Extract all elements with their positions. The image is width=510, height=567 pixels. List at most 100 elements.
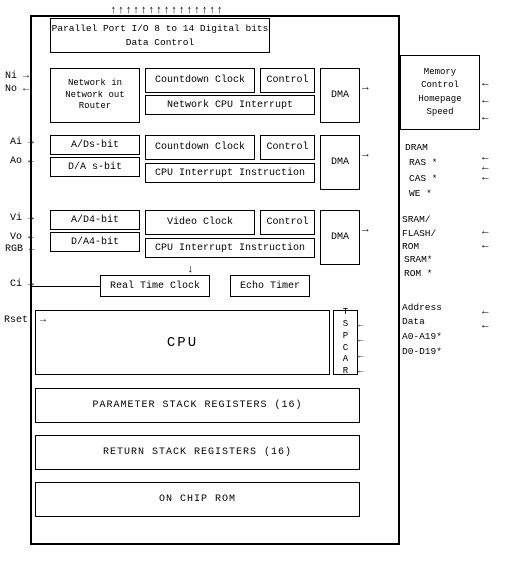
address-data-section: AddressData A0-A19* D0-D19* <box>400 300 480 360</box>
video-clock-label: Video Clock <box>167 217 233 228</box>
vi-arrow: → <box>28 213 34 224</box>
parallel-port-line1: Parallel Port I/O 8 to 14 Digital bits <box>52 22 269 35</box>
countdown-clock-2-label: Countdown Clock <box>155 142 245 153</box>
control-2-label: Control <box>266 142 308 153</box>
ni-text: Ni <box>5 71 17 82</box>
addr-right-arrow2: ← <box>482 320 489 332</box>
countdown-clock-1-box: Countdown Clock <box>145 68 255 93</box>
da4-label: D/A4-bit <box>71 237 119 248</box>
rset-arrow: → <box>40 315 46 326</box>
dma2-right-arrow: → <box>362 149 369 161</box>
control-3-label: Control <box>266 217 308 228</box>
network-interrupt-label: Network CPU Interrupt <box>167 100 293 111</box>
da4-box: D/A4-bit <box>50 232 140 252</box>
da8-box: D/A s-bit <box>50 157 140 177</box>
dma-3-label: DMA <box>331 232 349 243</box>
memory-control-box: MemoryControlHomepageSpeed <box>400 55 480 130</box>
tscar-p: P <box>343 331 348 343</box>
dma3-right-arrow: → <box>362 224 369 236</box>
da8-label: D/A s-bit <box>68 162 122 173</box>
dram-right-arrow3: ← <box>482 172 489 184</box>
interrupt-down-arrow: ↓ <box>187 264 194 276</box>
ao-arrow: ← <box>28 156 34 167</box>
ci-arrow: → <box>28 279 34 290</box>
ad8-label: A/Ds-bit <box>71 140 119 151</box>
label-vi: Vi → <box>10 213 34 224</box>
ao-text: Ao <box>10 156 22 167</box>
dram-we: WE * <box>405 186 432 201</box>
memory-right-arrow2: ← <box>482 95 489 107</box>
network-interrupt-box: Network CPU Interrupt <box>145 95 315 115</box>
tscar-t: T <box>343 307 348 319</box>
cpu-interrupt-2-label: CPU Interrupt Instruction <box>155 243 305 254</box>
tscar-a: A <box>343 354 348 366</box>
rom-box: ON CHIP ROM <box>35 482 360 517</box>
cpu-interrupt-2-box: CPU Interrupt Instruction <box>145 238 315 258</box>
d0-label: D0-D19* <box>402 344 442 359</box>
dma1-right-arrow: → <box>362 82 369 94</box>
vi-text: Vi <box>10 213 22 224</box>
tscar-arrows: ← ← ← ← <box>358 318 363 379</box>
ai-text: Ai <box>10 137 22 148</box>
sram-flash-section: SRAM/FLASH/ROM SRAM* ROM * <box>400 215 480 280</box>
label-vo: Vo ← <box>10 232 34 243</box>
real-time-clock-label: Real Time Clock <box>110 281 200 292</box>
cpu-interrupt-1-box: CPU Interrupt Instruction <box>145 163 315 183</box>
label-ci: Ci → <box>10 279 34 290</box>
sram-star: SRAM* <box>402 253 433 267</box>
sram-right-arrow1: ← <box>482 226 489 238</box>
rom-star: ROM * <box>402 267 433 281</box>
video-clock-box: Video Clock <box>145 210 255 235</box>
memory-control-label: MemoryControlHomepageSpeed <box>418 66 461 120</box>
ci-line <box>31 286 100 287</box>
param-stack-label: PARAMETER STACK REGISTERS (16) <box>92 400 302 411</box>
tscar-s: S <box>343 319 348 331</box>
dma-2-box: DMA <box>320 135 360 190</box>
rset-text: Rset. <box>4 315 34 326</box>
ad4-label: A/D4-bit <box>71 215 119 226</box>
ni-arrow: → <box>23 71 29 82</box>
memory-right-arrow3: ← <box>482 112 489 124</box>
label-rgb: RGB ← <box>5 244 35 255</box>
rgb-arrow: ← <box>29 244 35 255</box>
top-arrows: ↑↑↑↑↑↑↑↑↑↑↑↑↑↑↑ <box>110 5 224 17</box>
network-label: Network inNetwork outRouter <box>65 78 124 113</box>
control-1-box: Control <box>260 68 315 93</box>
sram-flash-label: SRAM/FLASH/ROM <box>402 213 436 253</box>
vo-arrow: ← <box>28 232 34 243</box>
dram-label: DRAM <box>405 140 428 155</box>
label-rset: Rset. → <box>4 315 46 326</box>
return-stack-label: RETURN STACK REGISTERS (16) <box>103 447 292 458</box>
tscar-c: C <box>343 343 348 355</box>
network-box: Network inNetwork outRouter <box>50 68 140 123</box>
a0-label: A0-A19* <box>402 329 442 344</box>
dma-1-box: DMA <box>320 68 360 123</box>
diagram: ↑↑↑↑↑↑↑↑↑↑↑↑↑↑↑ Parallel Port I/O 8 to 1… <box>0 0 510 567</box>
param-stack-box: PARAMETER STACK REGISTERS (16) <box>35 388 360 423</box>
countdown-clock-1-label: Countdown Clock <box>155 75 245 86</box>
dram-ras: RAS * <box>405 155 438 170</box>
control-1-label: Control <box>266 75 308 86</box>
cpu-interrupt-1-label: CPU Interrupt Instruction <box>155 168 305 179</box>
ai-arrow: → <box>28 137 34 148</box>
dram-section: DRAM RAS * CAS * WE * <box>400 143 480 198</box>
cpu-label: CPU <box>167 335 198 351</box>
vo-text: Vo <box>10 232 22 243</box>
label-ao: Ao ← <box>10 156 34 167</box>
dram-cas: CAS * <box>405 171 438 186</box>
dma-3-box: DMA <box>320 210 360 265</box>
countdown-clock-2-box: Countdown Clock <box>145 135 255 160</box>
dma-1-label: DMA <box>331 90 349 101</box>
no-arrow: ← <box>23 84 29 95</box>
parallel-port-line2: Data Control <box>126 36 194 49</box>
no-text: No <box>5 84 17 95</box>
control-2-box: Control <box>260 135 315 160</box>
parallel-port-box: Parallel Port I/O 8 to 14 Digital bits D… <box>50 18 270 53</box>
top-arrows-text: ↑↑↑↑↑↑↑↑↑↑↑↑↑↑↑ <box>110 5 224 17</box>
tscar-r: R <box>343 366 348 378</box>
real-time-clock-box: Real Time Clock <box>100 275 210 297</box>
label-no: No ← <box>5 84 29 95</box>
ad4-box: A/D4-bit <box>50 210 140 230</box>
tscar-box: T S P C A R <box>333 310 358 375</box>
rom-label: ON CHIP ROM <box>159 494 236 505</box>
